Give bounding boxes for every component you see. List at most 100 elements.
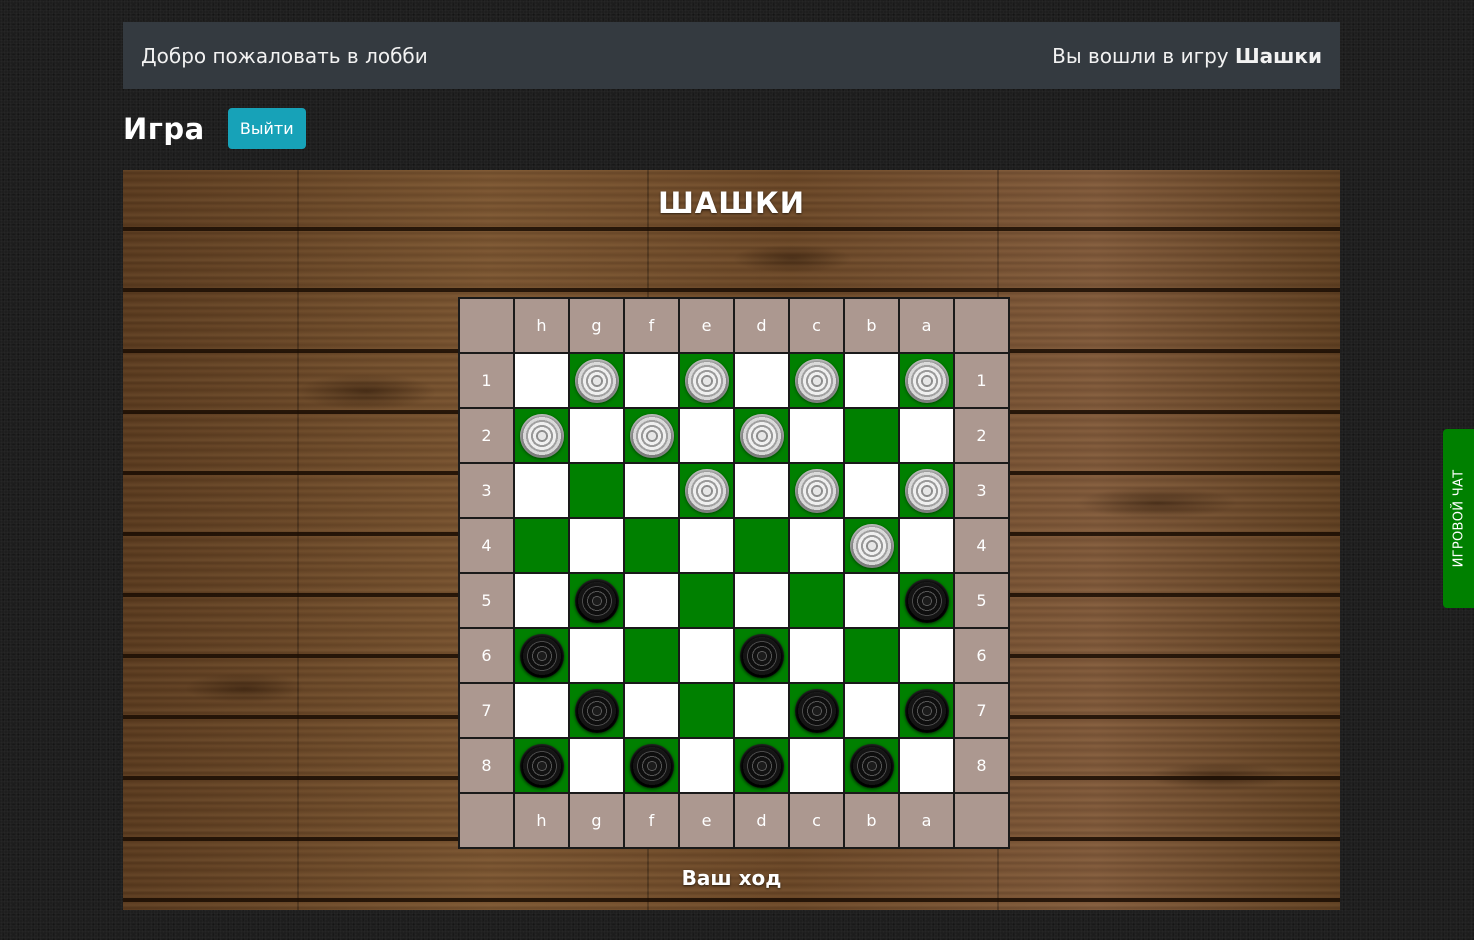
board-square[interactable] [679,518,734,573]
board-square[interactable] [679,738,734,793]
black-checker[interactable] [739,633,784,678]
board-square[interactable] [899,683,954,738]
board-square[interactable] [789,573,844,628]
board-square[interactable] [514,518,569,573]
board-square[interactable] [734,463,789,518]
board-square[interactable] [514,738,569,793]
board-square[interactable] [514,683,569,738]
board-square[interactable] [734,408,789,463]
black-checker[interactable] [794,688,839,733]
board-square[interactable] [789,738,844,793]
board-square[interactable] [679,353,734,408]
board-square[interactable] [624,628,679,683]
file-label-bottom: b [844,793,899,848]
board-square[interactable] [624,408,679,463]
black-checker[interactable] [849,743,894,788]
white-checker[interactable] [904,468,949,513]
board-square[interactable] [569,518,624,573]
board-square[interactable] [569,573,624,628]
board-square[interactable] [789,353,844,408]
board-square[interactable] [789,683,844,738]
game-table: ШАШКИ hgfedcba1122334455667788hgfedcba В… [123,170,1340,910]
board-square[interactable] [734,683,789,738]
board-square[interactable] [679,408,734,463]
board-square[interactable] [734,738,789,793]
board-square[interactable] [514,628,569,683]
board-square[interactable] [844,463,899,518]
black-checker[interactable] [629,743,674,788]
board-square[interactable] [789,628,844,683]
white-checker[interactable] [574,358,619,403]
white-checker[interactable] [684,468,729,513]
board-square[interactable] [569,738,624,793]
file-label-bottom: c [789,793,844,848]
board-square[interactable] [899,353,954,408]
board-square[interactable] [789,518,844,573]
board-square[interactable] [844,738,899,793]
board-square[interactable] [789,463,844,518]
board-square[interactable] [679,463,734,518]
board-square[interactable] [844,408,899,463]
welcome-text: Добро пожаловать в лобби [141,43,428,68]
board-square[interactable] [679,628,734,683]
board-square[interactable] [624,573,679,628]
white-checker[interactable] [794,358,839,403]
rank-label-left: 8 [459,738,514,793]
board-square[interactable] [899,573,954,628]
board-square[interactable] [514,353,569,408]
white-checker[interactable] [519,413,564,458]
board-square[interactable] [899,628,954,683]
board-square[interactable] [679,683,734,738]
board-square[interactable] [734,628,789,683]
board-square[interactable] [569,683,624,738]
black-checker[interactable] [519,743,564,788]
board-square[interactable] [624,518,679,573]
board-square[interactable] [514,408,569,463]
board-square[interactable] [844,683,899,738]
board-square[interactable] [734,518,789,573]
white-checker[interactable] [849,523,894,568]
board-square[interactable] [899,738,954,793]
board-square[interactable] [569,408,624,463]
board-square[interactable] [514,573,569,628]
board-square[interactable] [569,628,624,683]
game-header: Игра Выйти [123,108,306,149]
rank-label-right: 1 [954,353,1009,408]
black-checker[interactable] [904,578,949,623]
board-square[interactable] [844,628,899,683]
game-chat-tab[interactable]: ИГРОВОЙ ЧАТ [1443,429,1474,608]
board-square[interactable] [789,408,844,463]
exit-button[interactable]: Выйти [227,108,306,149]
board-square[interactable] [624,353,679,408]
board-square[interactable] [844,573,899,628]
board-square[interactable] [844,518,899,573]
white-checker[interactable] [904,358,949,403]
black-checker[interactable] [739,743,784,788]
black-checker[interactable] [904,688,949,733]
board-square[interactable] [624,463,679,518]
black-checker[interactable] [519,633,564,678]
board-square[interactable] [569,353,624,408]
board-square[interactable] [624,683,679,738]
board-square[interactable] [899,408,954,463]
board-square[interactable] [624,738,679,793]
game-chat-tab-label: ИГРОВОЙ ЧАТ [1451,469,1466,568]
board-square[interactable] [514,463,569,518]
white-checker[interactable] [739,413,784,458]
file-label-bottom: e [679,793,734,848]
board-square[interactable] [679,573,734,628]
board-square[interactable] [899,518,954,573]
board-square[interactable] [844,353,899,408]
board-square[interactable] [569,463,624,518]
board-square[interactable] [734,573,789,628]
file-label-top: b [844,298,899,353]
lobby-header: Добро пожаловать в лобби Вы вошли в игру… [123,22,1340,89]
white-checker[interactable] [629,413,674,458]
white-checker[interactable] [794,468,839,513]
white-checker[interactable] [684,358,729,403]
board-square[interactable] [734,353,789,408]
board-square[interactable] [899,463,954,518]
black-checker[interactable] [574,688,619,733]
rank-label-left: 6 [459,628,514,683]
black-checker[interactable] [574,578,619,623]
